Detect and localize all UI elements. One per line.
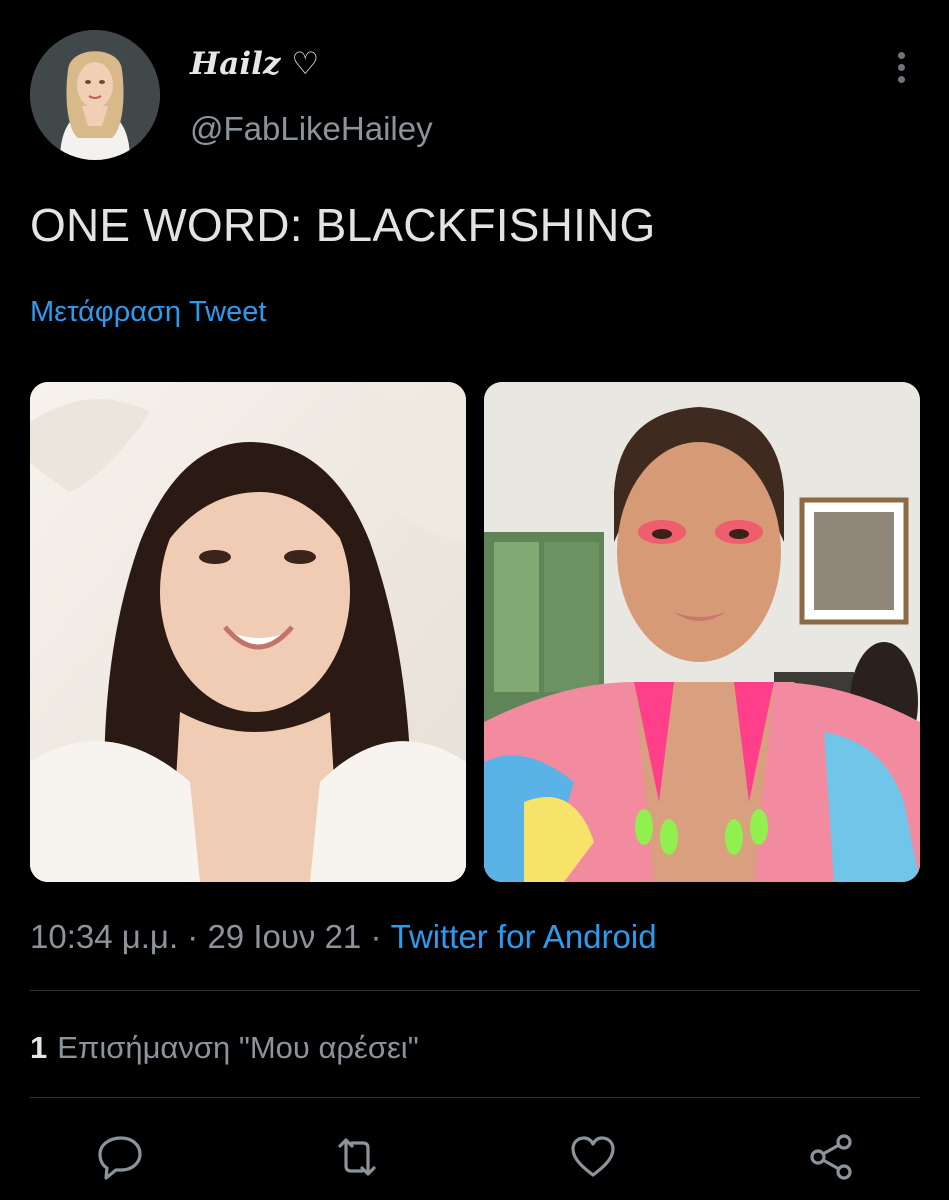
translate-tweet-link[interactable]: Μετάφραση Tweet <box>30 296 266 329</box>
meta-separator: · <box>178 918 208 955</box>
likes-label: Επισήμανση "Μου αρέσει" <box>57 1030 419 1065</box>
avatar-image <box>30 30 160 160</box>
divider <box>30 990 920 991</box>
divider <box>30 1097 920 1098</box>
tweet-photo-1[interactable] <box>30 382 466 882</box>
retweet-icon[interactable] <box>332 1132 382 1182</box>
smiling-portrait-image <box>30 382 466 882</box>
tweet-meta: 10:34 μ.μ. · 29 Ιουν 21 · Twitter for An… <box>30 918 657 956</box>
likes-summary[interactable]: 1 Επισήμανση "Μου αρέσει" <box>30 1030 419 1066</box>
share-icon[interactable] <box>806 1132 856 1182</box>
tweet-text: ONE WORD: BLACKFISHING <box>30 199 656 251</box>
more-options-icon[interactable] <box>888 52 914 88</box>
author-handle[interactable]: @FabLikeHailey <box>190 110 433 148</box>
reply-icon[interactable] <box>96 1132 146 1182</box>
author-display-name[interactable]: Hailz ♡ <box>190 46 319 82</box>
author-avatar[interactable] <box>30 30 160 160</box>
likes-count: 1 <box>30 1030 48 1065</box>
tweet-time: 10:34 μ.μ. <box>30 918 179 955</box>
tweet-photo-2[interactable] <box>484 382 920 882</box>
tweet-source-link[interactable]: Twitter for Android <box>391 918 657 955</box>
meta-separator: · <box>361 918 391 955</box>
like-icon[interactable] <box>568 1132 618 1182</box>
glam-makeup-portrait-image <box>484 382 920 882</box>
tweet-date: 29 Ιουν 21 <box>207 918 362 955</box>
